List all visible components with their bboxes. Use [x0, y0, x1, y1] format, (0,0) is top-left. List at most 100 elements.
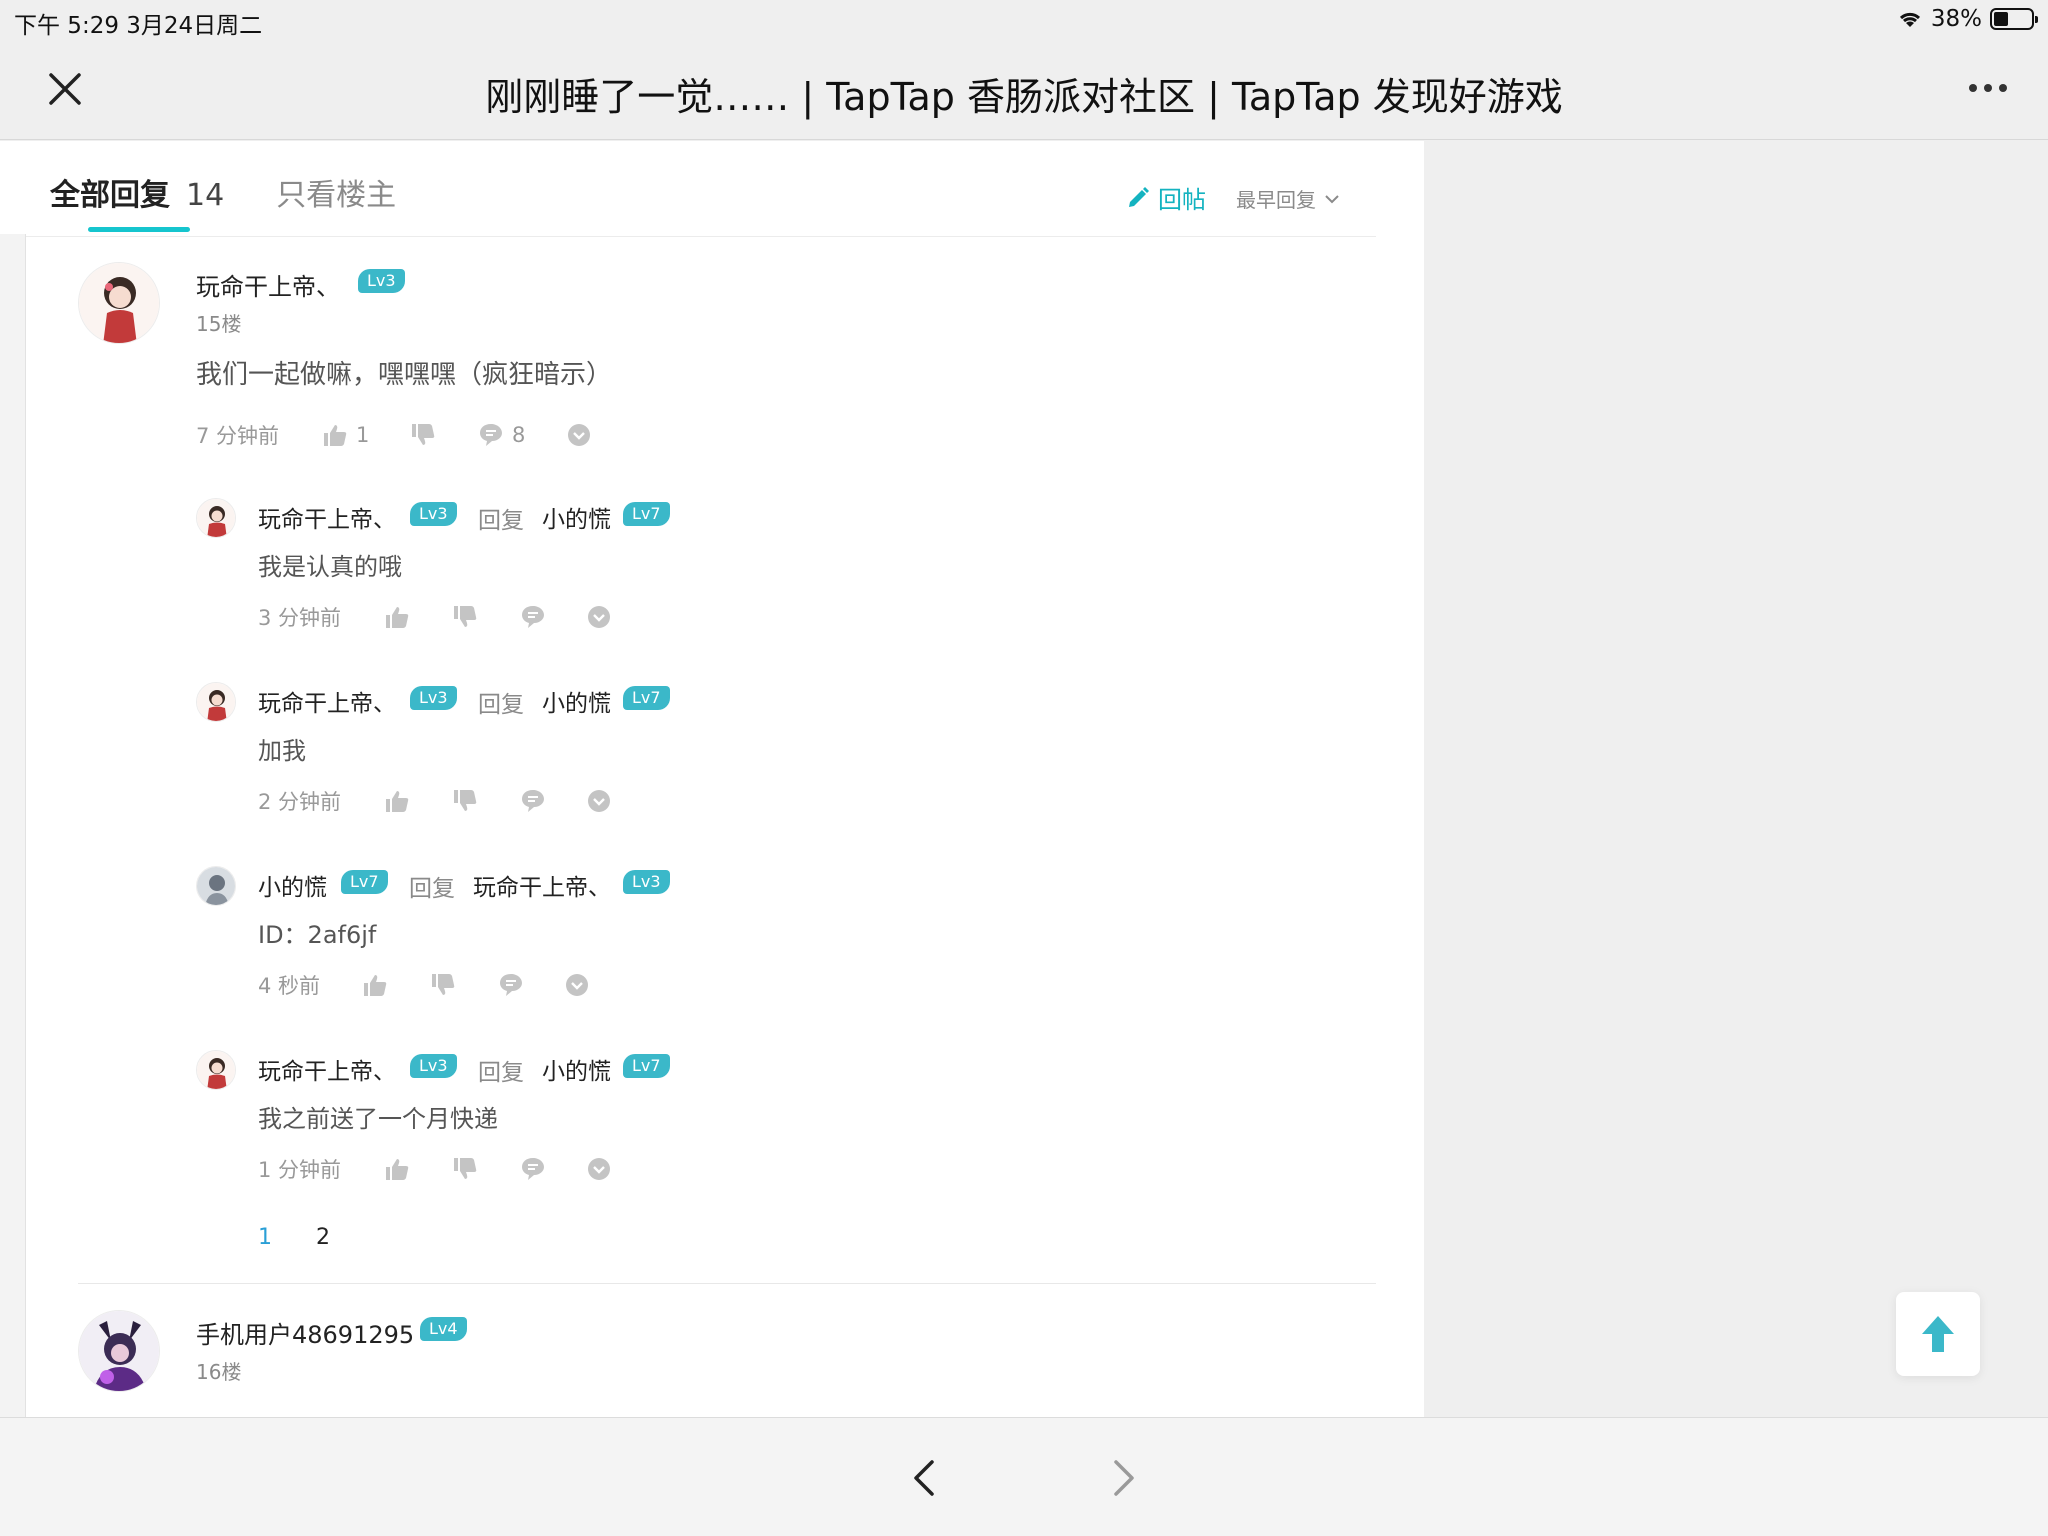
like-button[interactable] — [384, 788, 452, 814]
avatar[interactable] — [196, 682, 236, 722]
comment-button[interactable] — [520, 1156, 586, 1182]
comment-button[interactable] — [498, 972, 564, 998]
sub-reply-author[interactable]: 小的慌 — [258, 868, 327, 902]
tab-all-label: 全部回复 — [50, 178, 170, 213]
reply-tabs: 全部回复 14 只看楼主 — [50, 170, 396, 214]
battery-percent: 38% — [1930, 6, 1982, 32]
battery-fill — [1994, 12, 2008, 26]
page-2[interactable]: 2 — [316, 1225, 330, 1250]
thumbs-up-icon — [364, 975, 387, 996]
comment-time: 7 分钟前 — [196, 424, 280, 448]
comment-time: 3 分钟前 — [258, 606, 342, 630]
comment-actions: 2 分钟前 — [258, 786, 612, 816]
avatar[interactable] — [78, 1310, 160, 1392]
level-badge: Lv3 — [410, 502, 457, 526]
comment-icon — [480, 424, 502, 446]
tab-all-replies[interactable]: 全部回复 14 — [50, 170, 224, 214]
avatar[interactable] — [196, 498, 236, 538]
comment-count: 8 — [512, 423, 526, 447]
tab-active-indicator — [88, 227, 190, 232]
floor-number: 16楼 — [196, 1360, 242, 1384]
tabs-divider — [26, 236, 1376, 237]
level-badge: Lv3 — [358, 269, 405, 293]
dislike-button[interactable] — [452, 604, 520, 630]
scroll-to-top-button[interactable] — [1896, 1292, 1980, 1376]
avatar[interactable] — [196, 1050, 236, 1090]
avatar[interactable] — [78, 262, 160, 344]
thumbs-down-icon — [454, 606, 477, 627]
forward-button[interactable] — [1100, 1454, 1148, 1502]
comment-icon — [522, 606, 544, 628]
expand-icon — [566, 974, 588, 996]
floor-15-username[interactable]: 玩命干上帝、 — [196, 267, 340, 302]
more-button[interactable] — [1958, 68, 2018, 108]
expand-icon — [588, 606, 610, 628]
expand-icon — [588, 1158, 610, 1180]
level-badge: Lv4 — [420, 1317, 467, 1341]
reply-target-user[interactable]: 小的慌 — [542, 500, 611, 534]
thumbs-up-icon — [386, 607, 409, 628]
comment-button[interactable] — [520, 604, 586, 630]
reply-target-user[interactable]: 玩命干上帝、 — [473, 868, 611, 902]
like-button[interactable] — [384, 604, 452, 630]
comment-actions: 4 秒前 — [258, 970, 590, 1000]
expand-button[interactable] — [564, 972, 590, 998]
comment-button[interactable]: 8 — [478, 422, 566, 448]
floor-16-username[interactable]: 手机用户48691295 — [196, 1315, 414, 1350]
status-time: 下午 5:29 3月24日周二 — [14, 13, 263, 39]
comment-actions: 7 分钟前 1 8 — [196, 420, 592, 450]
pencil-icon — [1129, 186, 1149, 207]
level-badge: Lv3 — [410, 686, 457, 710]
expand-button[interactable] — [586, 788, 612, 814]
reply-target-user[interactable]: 小的慌 — [542, 1052, 611, 1086]
comment-button[interactable] — [520, 788, 586, 814]
sub-reply-author[interactable]: 玩命干上帝、 — [258, 500, 396, 534]
reply-to-label: 回复 — [478, 1060, 524, 1086]
comment-icon — [522, 1158, 544, 1180]
like-button[interactable]: 1 — [322, 422, 410, 448]
avatar[interactable] — [196, 866, 236, 906]
dislike-button[interactable] — [410, 422, 478, 448]
page-1[interactable]: 1 — [258, 1225, 272, 1250]
dislike-button[interactable] — [452, 788, 520, 814]
status-bar: 下午 5:29 3月24日周二 38% — [0, 0, 2048, 40]
more-icon — [1969, 84, 2007, 92]
sub-reply-content: 加我 — [258, 737, 306, 765]
sort-dropdown[interactable]: 最早回复 — [1236, 184, 1340, 213]
sub-reply-author[interactable]: 玩命干上帝、 — [258, 684, 396, 718]
expand-icon — [568, 424, 590, 446]
expand-button[interactable] — [566, 422, 592, 448]
level-badge: Lv7 — [623, 1054, 670, 1078]
level-badge: Lv7 — [341, 870, 388, 894]
like-button[interactable] — [384, 1156, 452, 1182]
sub-reply-content: 我是认真的哦 — [258, 553, 402, 581]
floor-divider — [78, 1283, 1376, 1284]
expand-icon — [588, 790, 610, 812]
sort-label: 最早回复 — [1236, 188, 1316, 212]
floor-number: 15楼 — [196, 312, 242, 336]
reply-to-label: 回复 — [478, 692, 524, 718]
nav-header: 刚刚睡了一觉…… | TapTap 香肠派对社区 | TapTap 发现好游戏 — [0, 40, 2048, 140]
reply-target-user[interactable]: 小的慌 — [542, 684, 611, 718]
dislike-button[interactable] — [430, 972, 498, 998]
wifi-icon — [1899, 12, 1920, 27]
sub-reply-pagination: 1 2 — [258, 1225, 330, 1250]
sub-reply-author[interactable]: 玩命干上帝、 — [258, 1052, 396, 1086]
back-icon — [914, 1460, 934, 1496]
reply-to-label: 回复 — [409, 876, 455, 902]
like-button[interactable] — [362, 972, 430, 998]
dislike-button[interactable] — [452, 1156, 520, 1182]
like-count: 1 — [356, 423, 370, 447]
thumbs-down-icon — [412, 424, 435, 445]
reply-post-label: 回帖 — [1158, 186, 1206, 214]
chevron-down-icon — [1325, 194, 1339, 203]
expand-button[interactable] — [586, 604, 612, 630]
sub-reply-content: ID：2af6jf — [258, 921, 377, 949]
level-badge: Lv3 — [623, 870, 670, 894]
comment-actions: 1 分钟前 — [258, 1154, 612, 1184]
tab-op-only[interactable]: 只看楼主 — [276, 170, 396, 214]
reply-post-button[interactable]: 回帖 — [1126, 180, 1206, 215]
expand-button[interactable] — [586, 1156, 612, 1182]
back-button[interactable] — [900, 1454, 948, 1502]
reply-to-label: 回复 — [478, 508, 524, 534]
